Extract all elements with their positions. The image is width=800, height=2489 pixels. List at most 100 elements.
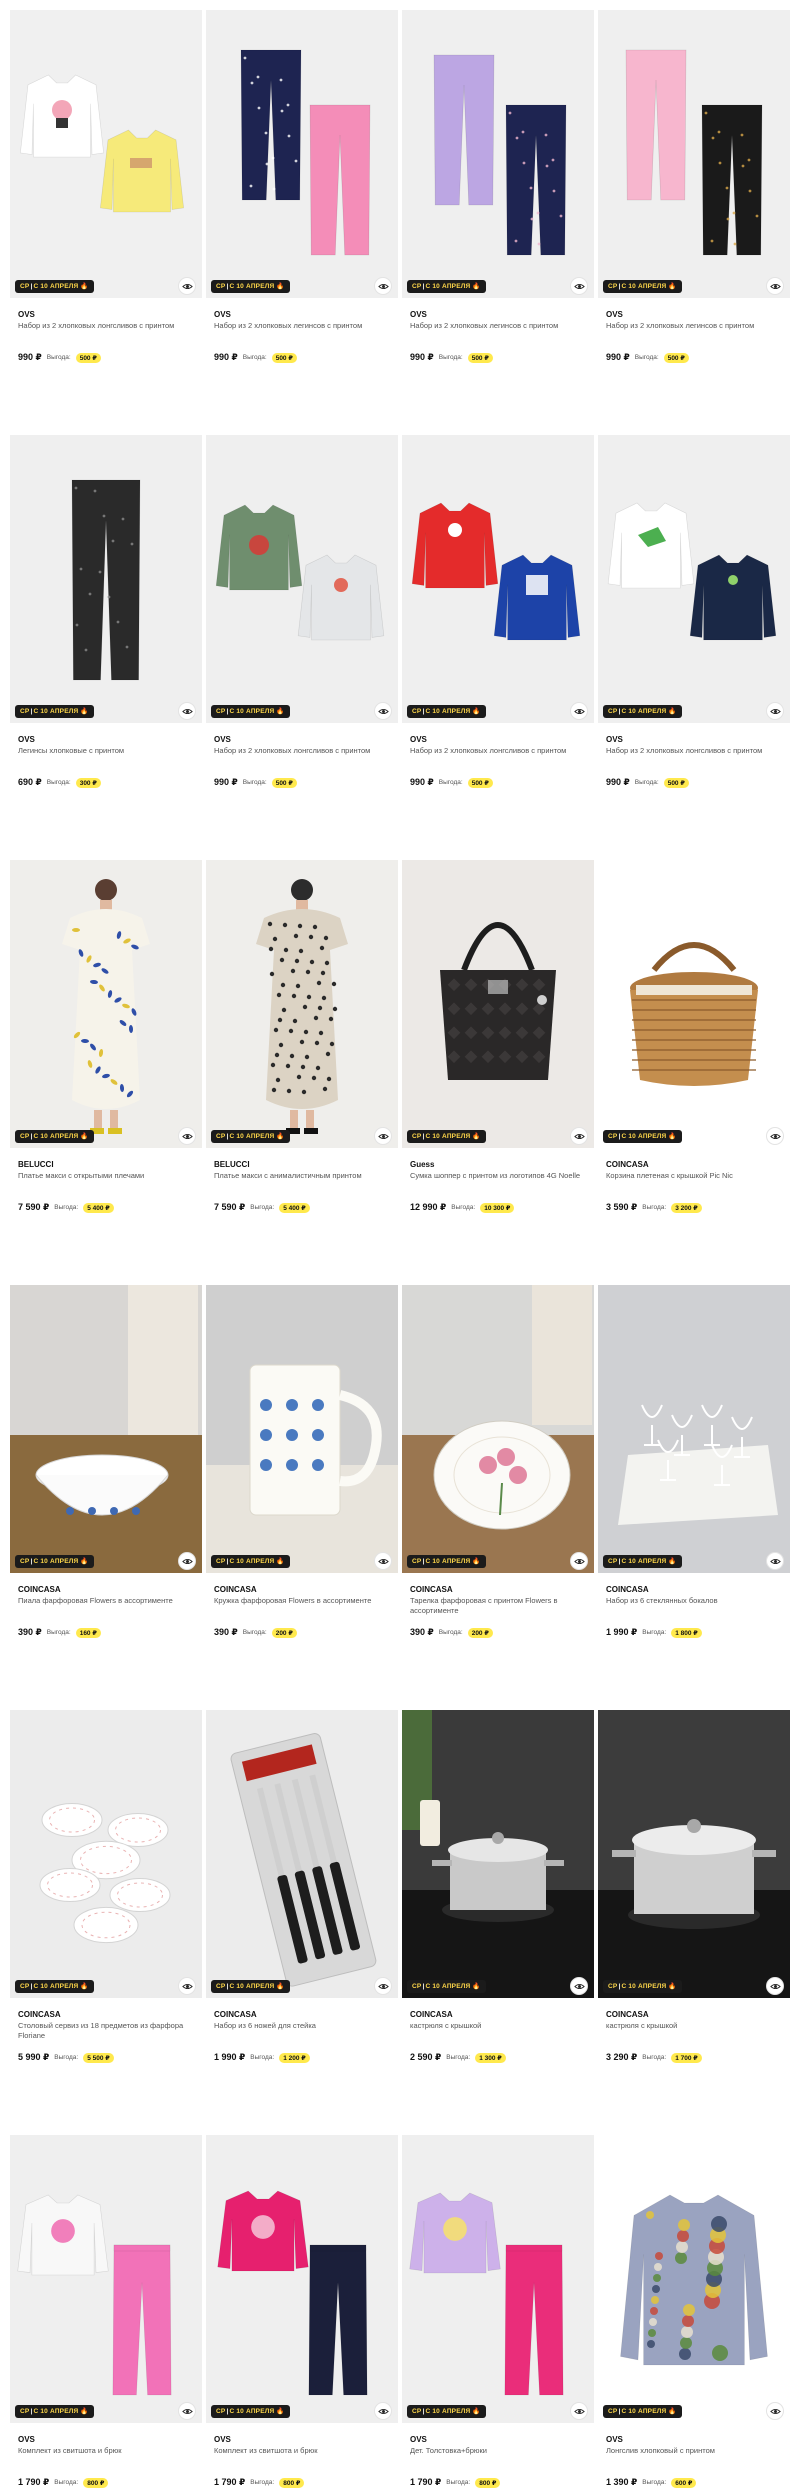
product-card[interactable]: СР|С 10 АПРЕЛЯ 🔥 COINCASA кастрюля с крыш…: [598, 1710, 790, 2130]
product-title[interactable]: Набор из 6 ножей для стейка: [214, 2021, 392, 2031]
quick-view-eye-icon[interactable]: [570, 1552, 588, 1570]
quick-view-eye-icon[interactable]: [766, 277, 784, 295]
product-card[interactable]: СР|С 10 АПРЕЛЯ 🔥 COINCASA Пиала фарфорова…: [10, 1285, 202, 1705]
quick-view-eye-icon[interactable]: [374, 1127, 392, 1145]
product-card[interactable]: СР|С 10 АПРЕЛЯ 🔥 OVS Набор из 2 хлопковых…: [402, 10, 594, 430]
product-image[interactable]: [598, 435, 790, 723]
product-title[interactable]: Пиала фарфоровая Flowers в ассортименте: [18, 1596, 196, 1606]
product-title[interactable]: Легинсы хлопковые с принтом: [18, 746, 196, 756]
product-card[interactable]: СР|С 10 АПРЕЛЯ 🔥 BELUCCI Платье макси с а…: [206, 860, 398, 1280]
product-image[interactable]: [598, 2135, 790, 2423]
product-card[interactable]: СР|С 10 АПРЕЛЯ 🔥 COINCASA Набор из 6 ноже…: [206, 1710, 398, 2130]
product-brand[interactable]: OVS: [214, 735, 231, 744]
product-title[interactable]: Комплект из свитшота и брюк: [18, 2446, 196, 2456]
product-title[interactable]: Сумка шоппер с принтом из логотипов 4G N…: [410, 1171, 588, 1181]
quick-view-eye-icon[interactable]: [374, 702, 392, 720]
quick-view-eye-icon[interactable]: [766, 702, 784, 720]
product-title[interactable]: Набор из 2 хлопковых легинсов с принтом: [410, 321, 588, 331]
product-brand[interactable]: OVS: [606, 735, 623, 744]
quick-view-eye-icon[interactable]: [178, 702, 196, 720]
product-title[interactable]: Набор из 2 хлопковых лонгсливов с принто…: [214, 746, 392, 756]
product-image[interactable]: [10, 860, 202, 1148]
quick-view-eye-icon[interactable]: [374, 1977, 392, 1995]
product-image[interactable]: [10, 2135, 202, 2423]
product-image[interactable]: [598, 1285, 790, 1573]
product-brand[interactable]: OVS: [606, 310, 623, 319]
product-card[interactable]: СР|С 10 АПРЕЛЯ 🔥 OVS Набор из 2 хлопковых…: [598, 435, 790, 855]
product-title[interactable]: кастрюля с крышкой: [410, 2021, 588, 2031]
quick-view-eye-icon[interactable]: [766, 1552, 784, 1570]
quick-view-eye-icon[interactable]: [178, 277, 196, 295]
product-card[interactable]: СР|С 10 АПРЕЛЯ 🔥 OVS Набор из 2 хлопковых…: [10, 10, 202, 430]
product-title[interactable]: Лонгслив хлопковый с принтом: [606, 2446, 784, 2456]
product-card[interactable]: СР|С 10 АПРЕЛЯ 🔥 OVS Дет. Толстовка+брюки…: [402, 2135, 594, 2489]
product-brand[interactable]: COINCASA: [410, 1585, 453, 1594]
product-image[interactable]: [10, 1285, 202, 1573]
product-title[interactable]: Платье макси с анималистичным принтом: [214, 1171, 392, 1181]
product-image[interactable]: [206, 10, 398, 298]
product-image[interactable]: [402, 860, 594, 1148]
product-title[interactable]: Столовый сервиз из 18 предметов из фарфо…: [18, 2021, 196, 2041]
product-card[interactable]: СР|С 10 АПРЕЛЯ 🔥 OVS Набор из 2 хлопковых…: [206, 435, 398, 855]
product-brand[interactable]: OVS: [18, 735, 35, 744]
product-title[interactable]: Набор из 2 хлопковых легинсов с принтом: [214, 321, 392, 331]
product-card[interactable]: СР|С 10 АПРЕЛЯ 🔥 OVS Комплект из свитшота…: [206, 2135, 398, 2489]
product-image[interactable]: [402, 435, 594, 723]
quick-view-eye-icon[interactable]: [374, 277, 392, 295]
product-title[interactable]: Корзина плетеная с крышкой Pic Nic: [606, 1171, 784, 1181]
product-card[interactable]: СР|С 10 АПРЕЛЯ 🔥 Guess Сумка шоппер с при…: [402, 860, 594, 1280]
product-card[interactable]: СР|С 10 АПРЕЛЯ 🔥 OVS Комплект из свитшота…: [10, 2135, 202, 2489]
product-image[interactable]: [206, 2135, 398, 2423]
product-brand[interactable]: OVS: [214, 2435, 231, 2444]
product-title[interactable]: Набор из 2 хлопковых лонгсливов с принто…: [606, 746, 784, 756]
product-image[interactable]: [598, 860, 790, 1148]
product-title[interactable]: Набор из 2 хлопковых лонгсливов с принто…: [410, 746, 588, 756]
quick-view-eye-icon[interactable]: [570, 702, 588, 720]
product-card[interactable]: СР|С 10 АПРЕЛЯ 🔥 COINCASA Кружка фарфоров…: [206, 1285, 398, 1705]
product-image[interactable]: [402, 10, 594, 298]
product-card[interactable]: СР|С 10 АПРЕЛЯ 🔥 COINCASA кастрюля с крыш…: [402, 1710, 594, 2130]
product-brand[interactable]: OVS: [18, 310, 35, 319]
product-brand[interactable]: COINCASA: [606, 1585, 649, 1594]
product-image[interactable]: [402, 2135, 594, 2423]
product-image[interactable]: [10, 1710, 202, 1998]
product-image[interactable]: [598, 1710, 790, 1998]
product-brand[interactable]: COINCASA: [214, 2010, 257, 2019]
product-brand[interactable]: COINCASA: [18, 1585, 61, 1594]
product-title[interactable]: Платье макси с открытыми плечами: [18, 1171, 196, 1181]
product-title[interactable]: Набор из 6 стеклянных бокалов: [606, 1596, 784, 1606]
product-card[interactable]: СР|С 10 АПРЕЛЯ 🔥 OVS Набор из 2 хлопковых…: [206, 10, 398, 430]
product-brand[interactable]: COINCASA: [606, 2010, 649, 2019]
quick-view-eye-icon[interactable]: [570, 2402, 588, 2420]
product-title[interactable]: Тарелка фарфоровая с принтом Flowers в а…: [410, 1596, 588, 1616]
quick-view-eye-icon[interactable]: [374, 1552, 392, 1570]
quick-view-eye-icon[interactable]: [570, 1127, 588, 1145]
product-brand[interactable]: BELUCCI: [18, 1160, 54, 1169]
product-title[interactable]: кастрюля с крышкой: [606, 2021, 784, 2031]
product-image[interactable]: [402, 1285, 594, 1573]
product-image[interactable]: [206, 1710, 398, 1998]
product-brand[interactable]: COINCASA: [410, 2010, 453, 2019]
product-brand[interactable]: OVS: [18, 2435, 35, 2444]
quick-view-eye-icon[interactable]: [766, 2402, 784, 2420]
product-title[interactable]: Комплект из свитшота и брюк: [214, 2446, 392, 2456]
product-image[interactable]: [206, 435, 398, 723]
quick-view-eye-icon[interactable]: [570, 1977, 588, 1995]
product-title[interactable]: Набор из 2 хлопковых легинсов с принтом: [606, 321, 784, 331]
product-card[interactable]: СР|С 10 АПРЕЛЯ 🔥 COINCASA Тарелка фарфоро…: [402, 1285, 594, 1705]
product-brand[interactable]: COINCASA: [606, 1160, 649, 1169]
product-title[interactable]: Дет. Толстовка+брюки: [410, 2446, 588, 2456]
product-title[interactable]: Набор из 2 хлопковых лонгсливов с принто…: [18, 321, 196, 331]
product-brand[interactable]: COINCASA: [214, 1585, 257, 1594]
quick-view-eye-icon[interactable]: [178, 1977, 196, 1995]
quick-view-eye-icon[interactable]: [766, 1127, 784, 1145]
quick-view-eye-icon[interactable]: [178, 1552, 196, 1570]
product-image[interactable]: [598, 10, 790, 298]
product-brand[interactable]: BELUCCI: [214, 1160, 250, 1169]
product-card[interactable]: СР|С 10 АПРЕЛЯ 🔥 COINCASA Столовый сервиз…: [10, 1710, 202, 2130]
product-card[interactable]: СР|С 10 АПРЕЛЯ 🔥 OVS Набор из 2 хлопковых…: [598, 10, 790, 430]
product-brand[interactable]: OVS: [214, 310, 231, 319]
product-brand[interactable]: OVS: [410, 2435, 427, 2444]
product-image[interactable]: [206, 1285, 398, 1573]
product-brand[interactable]: OVS: [606, 2435, 623, 2444]
